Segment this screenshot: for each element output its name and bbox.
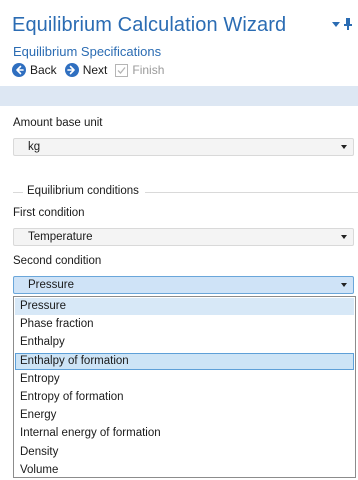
next-button[interactable]: Next — [64, 63, 108, 77]
chevron-down-icon — [341, 235, 347, 239]
dropdown-option[interactable]: Pressure — [15, 298, 354, 315]
dropdown-option[interactable]: Density — [15, 444, 354, 461]
second-condition-value: Pressure — [28, 279, 75, 291]
equilibrium-conditions-group: Equilibrium conditions — [13, 185, 358, 199]
chevron-down-icon — [341, 145, 347, 149]
wizard-nav: Back Next Finish — [12, 63, 172, 77]
dropdown-option[interactable]: Volume — [15, 462, 354, 479]
wizard-title: Equilibrium Calculation Wizard — [12, 14, 287, 36]
dropdown-option[interactable]: Entropy — [15, 371, 354, 388]
panel-controls — [332, 18, 352, 30]
next-arrow-icon — [64, 63, 79, 77]
equilibrium-wizard-panel: Equilibrium Calculation Wizard Equilibri… — [0, 0, 358, 480]
second-condition-label: Second condition — [13, 255, 102, 267]
amount-base-unit-select[interactable]: kg — [13, 138, 354, 156]
dropdown-option[interactable]: Entropy of formation — [15, 389, 354, 406]
first-condition-label: First condition — [13, 207, 85, 219]
amount-base-unit-label: Amount base unit — [13, 117, 103, 129]
pin-icon[interactable] — [344, 18, 352, 30]
group-divider — [13, 192, 23, 193]
finish-button[interactable]: Finish — [115, 63, 164, 77]
finish-button-label: Finish — [132, 63, 165, 77]
back-button[interactable]: Back — [12, 63, 57, 77]
second-condition-select[interactable]: Pressure — [13, 276, 354, 294]
dropdown-option[interactable]: Enthalpy — [15, 334, 354, 351]
chevron-down-icon — [341, 283, 347, 287]
group-divider — [145, 192, 358, 193]
dropdown-option[interactable]: Energy — [15, 407, 354, 424]
back-button-label: Back — [30, 63, 57, 77]
panel-menu-icon[interactable] — [332, 21, 340, 27]
back-arrow-icon — [12, 63, 26, 77]
first-condition-select[interactable]: Temperature — [13, 228, 354, 246]
finish-check-icon — [115, 63, 129, 77]
first-condition-value: Temperature — [28, 231, 93, 243]
section-header-bar — [0, 86, 358, 106]
next-button-label: Next — [82, 63, 108, 77]
wizard-subtitle: Equilibrium Specifications — [13, 44, 162, 59]
dropdown-option[interactable]: Enthalpy of formation — [15, 352, 354, 370]
second-condition-dropdown-list[interactable]: Pressure Phase fraction Enthalpy Enthalpy o… — [13, 296, 356, 478]
dropdown-option[interactable]: Internal energy of formation — [15, 425, 354, 442]
equilibrium-conditions-label: Equilibrium conditions — [27, 185, 139, 197]
amount-base-unit-value: kg — [28, 141, 41, 153]
dropdown-option[interactable]: Phase fraction — [15, 316, 354, 333]
